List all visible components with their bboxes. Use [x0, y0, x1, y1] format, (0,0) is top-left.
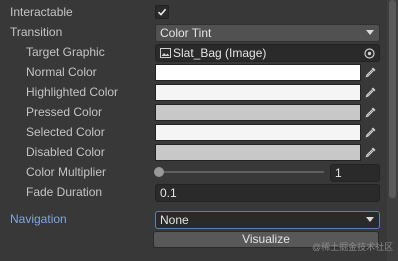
fade-duration-value: 0.1: [160, 186, 177, 200]
eyedropper-icon[interactable]: [365, 126, 377, 138]
disabled-color-row: Disabled Color: [0, 142, 398, 162]
color-multiplier-row: Color Multiplier 1: [0, 162, 398, 182]
pressed-color-swatch[interactable]: [155, 104, 361, 121]
scrollbar-thumb[interactable]: [389, 0, 396, 198]
color-multiplier-label: Color Multiplier: [26, 165, 107, 179]
interactable-label: Interactable: [10, 5, 73, 19]
target-graphic-label: Target Graphic: [26, 45, 105, 59]
pressed-color-label: Pressed Color: [26, 105, 103, 119]
normal-color-swatch[interactable]: [155, 64, 361, 81]
selected-color-swatch[interactable]: [155, 124, 361, 141]
navigation-label: Navigation: [10, 212, 67, 226]
transition-label: Transition: [10, 25, 63, 39]
highlighted-color-row: Highlighted Color: [0, 82, 398, 102]
color-multiplier-value: 1: [335, 166, 342, 180]
fade-duration-row: Fade Duration 0.1: [0, 182, 398, 202]
chevron-down-icon: [366, 30, 374, 35]
navigation-row: Navigation None: [0, 209, 398, 229]
disabled-color-label: Disabled Color: [26, 145, 105, 159]
selected-color-row: Selected Color: [0, 122, 398, 142]
eyedropper-icon[interactable]: [365, 106, 377, 118]
transition-dropdown[interactable]: Color Tint: [155, 24, 380, 42]
interactable-row: Interactable: [0, 2, 398, 22]
navigation-dropdown[interactable]: None: [155, 211, 380, 229]
transition-value: Color Tint: [160, 26, 212, 40]
vertical-scrollbar[interactable]: [387, 0, 398, 261]
eyedropper-icon[interactable]: [365, 146, 377, 158]
checkmark-icon: [157, 8, 167, 16]
color-multiplier-slider-thumb[interactable]: [154, 167, 164, 177]
color-multiplier-input[interactable]: 1: [330, 164, 380, 182]
chevron-down-icon: [366, 217, 374, 222]
highlighted-color-swatch[interactable]: [155, 84, 361, 101]
highlighted-color-label: Highlighted Color: [26, 85, 119, 99]
object-picker-icon[interactable]: [364, 48, 375, 59]
eyedropper-icon[interactable]: [365, 66, 377, 78]
navigation-value: None: [160, 213, 189, 227]
pressed-color-row: Pressed Color: [0, 102, 398, 122]
disabled-color-swatch[interactable]: [155, 144, 361, 161]
watermark: @稀土掘金技术社区: [312, 242, 394, 252]
color-multiplier-slider-track[interactable]: [158, 171, 324, 173]
target-graphic-row: Target Graphic Slat_Bag (Image): [0, 42, 398, 62]
normal-color-row: Normal Color: [0, 62, 398, 82]
eyedropper-icon[interactable]: [365, 86, 377, 98]
interactable-checkbox[interactable]: [155, 5, 169, 19]
image-icon: [160, 48, 171, 58]
fade-duration-label: Fade Duration: [26, 185, 103, 199]
fade-duration-input[interactable]: 0.1: [155, 184, 380, 202]
target-graphic-value: Slat_Bag (Image): [173, 46, 267, 60]
normal-color-label: Normal Color: [26, 65, 97, 79]
button-inspector-panel: Interactable Transition Color Tint Targe…: [0, 0, 398, 261]
selected-color-label: Selected Color: [26, 125, 105, 139]
target-graphic-field[interactable]: Slat_Bag (Image): [155, 44, 380, 62]
transition-row: Transition Color Tint: [0, 22, 398, 42]
